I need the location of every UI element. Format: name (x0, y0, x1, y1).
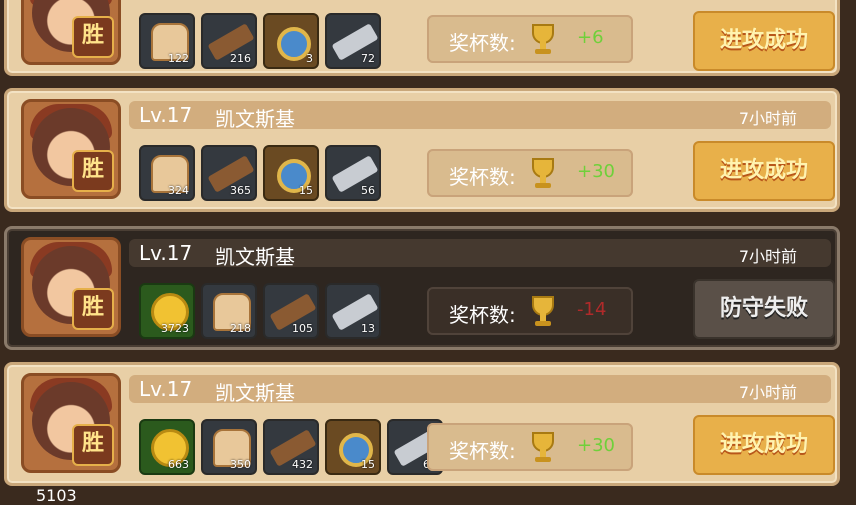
result-button[interactable]: 防守失败 (693, 279, 835, 339)
result-button[interactable]: 进攻成功 (693, 141, 835, 201)
reward-item: 350 (201, 419, 257, 475)
victory-badge: 胜 (72, 424, 114, 466)
reward-items: 324 365 15 56 (139, 145, 381, 201)
reward-items: 663 350 432 15 63 (139, 419, 443, 475)
reward-item: 15 (263, 145, 319, 201)
player-level: Lv.17 (139, 103, 193, 127)
reward-item: 663 (139, 419, 195, 475)
reward-item: 324 (139, 145, 195, 201)
reward-item: 3 (263, 13, 319, 69)
reward-item: 13 (325, 283, 381, 339)
player-name: 凯文斯基 (215, 245, 295, 269)
avatar: 胜 (21, 0, 121, 65)
trophy-box: 奖杯数: +6 (427, 15, 633, 63)
reward-item: 15 (325, 419, 381, 475)
avatar: 胜 (21, 99, 121, 199)
reward-item: 72 (325, 13, 381, 69)
battle-row: 胜 Lv.17 凯文斯基 7小时前 3723 218 105 13 奖杯数: -… (4, 226, 840, 350)
avatar: 胜 (21, 373, 121, 473)
battle-row: 胜 122 216 3 72 奖杯数: +6 进攻成功 (4, 0, 840, 76)
reward-item: 218 (201, 283, 257, 339)
player-level: Lv.17 (139, 377, 193, 401)
reward-item: 105 (263, 283, 319, 339)
row-header: Lv.17 凯文斯基 7小时前 (129, 375, 831, 405)
trophy-icon (532, 432, 554, 462)
battle-row: 胜 Lv.17 凯文斯基 7小时前 324 365 15 56 奖杯数: +30… (4, 88, 840, 212)
battle-row: 胜 Lv.17 凯文斯基 7小时前 663 350 432 15 63 奖杯数:… (4, 362, 840, 486)
player-name: 凯文斯基 (215, 381, 295, 405)
trophy-icon (532, 24, 554, 54)
trophy-change: +30 (577, 435, 615, 456)
reward-item: 365 (201, 145, 257, 201)
reward-items: 122 216 3 72 (139, 13, 381, 69)
result-button[interactable]: 进攻成功 (693, 11, 835, 71)
trophy-icon (532, 158, 554, 188)
row-header: Lv.17 凯文斯基 7小时前 (129, 239, 831, 269)
trophy-box: 奖杯数: +30 (427, 423, 633, 471)
victory-badge: 胜 (72, 288, 114, 330)
reward-item: 432 (263, 419, 319, 475)
player-level: Lv.17 (139, 241, 193, 265)
trophy-change: +30 (577, 161, 615, 182)
trophy-box: 奖杯数: -14 (427, 287, 633, 335)
reward-item: 216 (201, 13, 257, 69)
reward-item: 3723 (139, 283, 195, 339)
reward-item: 122 (139, 13, 195, 69)
trophy-change: +6 (577, 27, 604, 48)
row-header: Lv.17 凯文斯基 7小时前 (129, 101, 831, 131)
trophy-change: -14 (577, 299, 607, 320)
trophy-icon (532, 296, 554, 326)
avatar: 胜 (21, 237, 121, 337)
victory-badge: 胜 (72, 150, 114, 192)
reward-items: 3723 218 105 13 (139, 283, 381, 339)
timestamp: 7小时前 (738, 383, 797, 402)
timestamp: 7小时前 (738, 247, 797, 266)
player-name: 凯文斯基 (215, 107, 295, 131)
victory-badge: 胜 (72, 16, 114, 58)
timestamp: 7小时前 (738, 109, 797, 128)
result-button[interactable]: 进攻成功 (693, 415, 835, 475)
reward-item: 56 (325, 145, 381, 201)
trophy-box: 奖杯数: +30 (427, 149, 633, 197)
